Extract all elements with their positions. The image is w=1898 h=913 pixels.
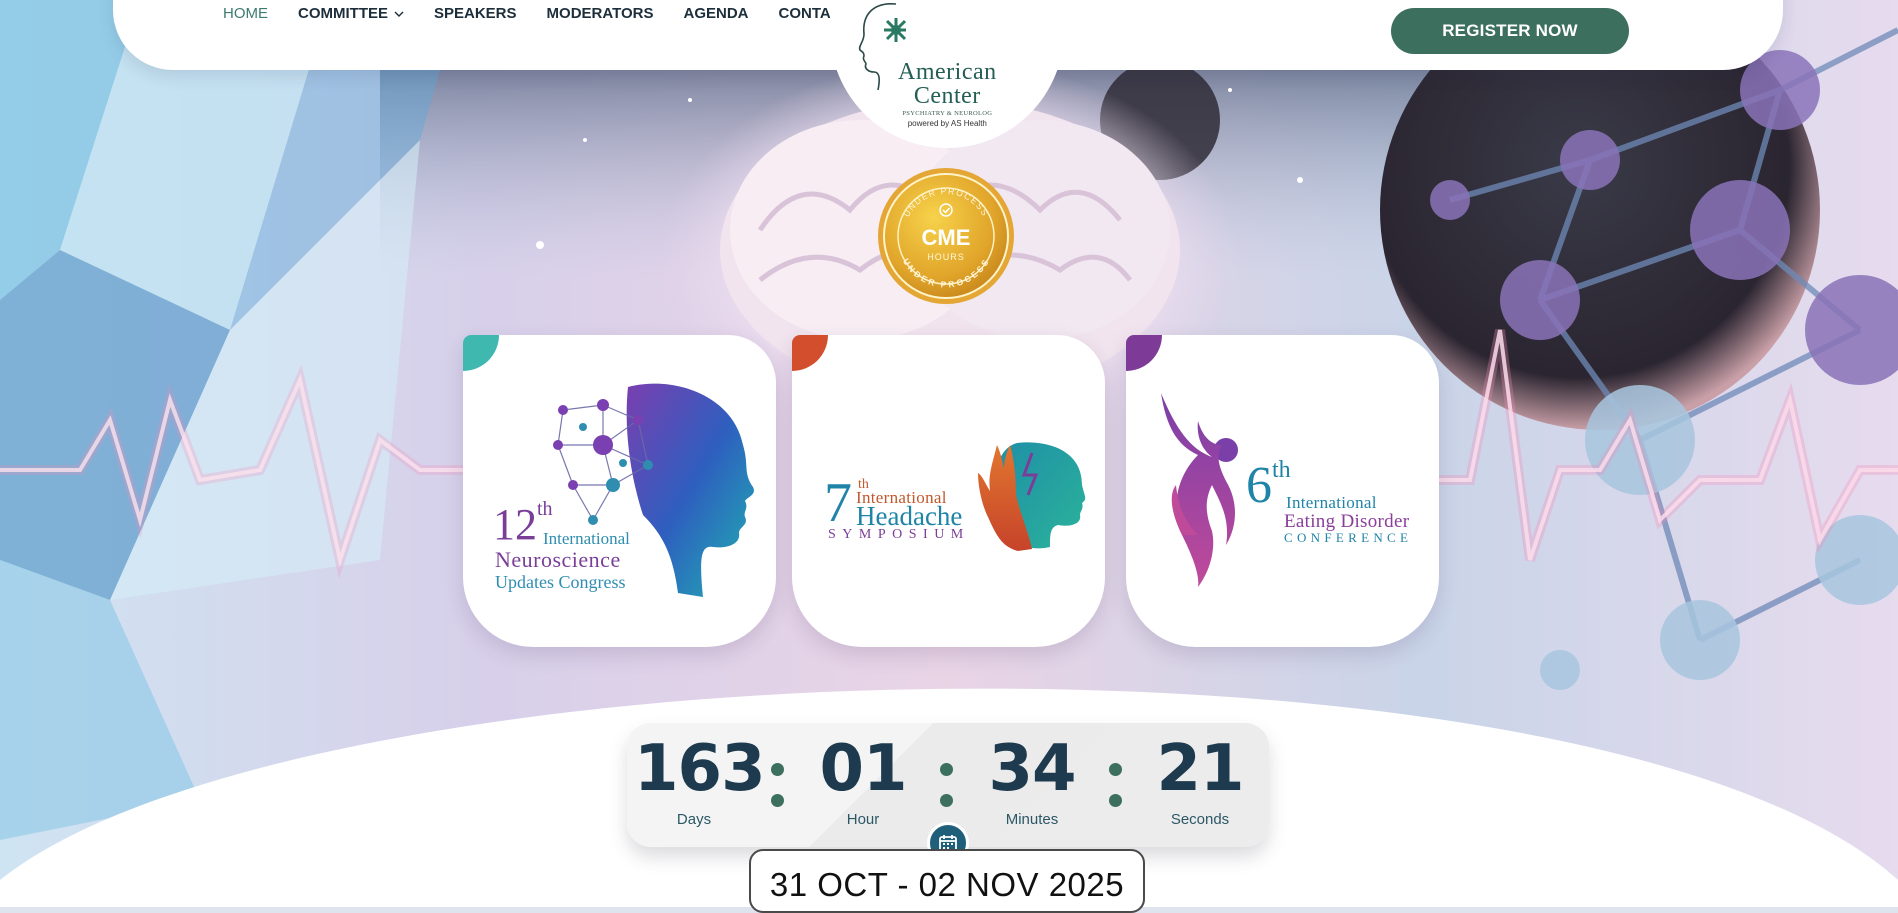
countdown-seconds: 21 Seconds [1140,737,1260,828]
card-title-line-3: SYMPOSIUM [828,527,970,542]
event-card-neuroscience[interactable]: 12th International Neuroscience Updates … [463,335,776,647]
countdown-separator [771,763,785,825]
nav-moderators-label: MODERATORS [546,5,654,22]
countdown-minutes: 34 Minutes [972,737,1092,828]
card-number-suffix: th [1272,457,1291,483]
event-card-headache[interactable]: 7 th International Headache SYMPOSIUM [792,335,1105,647]
card-title-line-3: Updates Congress [495,572,626,592]
badge-main-text: CME [922,225,971,250]
countdown-hours-label: Hour [846,811,880,828]
countdown-separator [940,763,954,825]
countdown-seconds-label: Seconds [1170,811,1230,828]
nav-moderators[interactable]: MODERATORS [547,5,654,22]
logo-line-4: powered by AS Health [907,118,987,128]
chevron-down-icon [394,11,404,17]
nav-speakers-label: SPEAKERS [434,5,517,22]
logo-line-1: American [898,59,997,85]
nav-committee-label: COMMITTEE [298,5,388,22]
countdown-seconds-value: 21 [1156,732,1244,806]
countdown-hours: 01 Hour [803,737,923,828]
countdown-days: 163 Days [634,732,766,828]
card-number-value: 12 [493,500,537,549]
logo-line-2: Center [913,83,981,109]
countdown-separator [1109,763,1123,825]
card-number: 6th [1246,457,1291,514]
nav-committee[interactable]: COMMITTEE [298,5,404,22]
register-now-button[interactable]: REGISTER NOW [1391,8,1629,54]
nav-agenda[interactable]: AGENDA [683,5,748,22]
logo-wordmark: American Center PSYCHIATRY & NEUROLOG po… [898,60,997,128]
event-date: 31 OCT - 02 NOV 2025 [749,849,1145,913]
card-title-line-3: CONFERENCE [1284,530,1413,545]
card-title-line-2: Eating Disorder [1284,511,1410,532]
event-card-eating-disorder[interactable]: 6th International Eating Disorder CONFER… [1126,335,1439,647]
card-title-line-1: International [543,529,630,548]
card-title-line-2: Neuroscience [495,547,621,572]
card-number-suffix: th [537,498,553,520]
countdown-hours-value: 01 [819,732,907,806]
nav-links: HOME COMMITTEE SPEAKERS MODERATORS AGEND… [223,5,906,22]
cme-hours-badge: UNDER PROCESS UNDER PROCESS CME HOURS [878,168,1014,304]
countdown-minutes-value: 34 [988,732,1076,806]
countdown-minutes-label: Minutes [1005,811,1059,828]
card-number-value: 7 [824,472,852,534]
card-title-line-2: Headache [856,501,963,531]
nav-agenda-label: AGENDA [683,5,749,22]
brain-network-head-icon [553,383,754,597]
card-number-value: 6 [1246,457,1272,514]
countdown-days-label: Days [676,811,712,828]
nav-speakers[interactable]: SPEAKERS [434,5,517,22]
nav-home[interactable]: HOME [223,5,268,22]
badge-sub-text: HOURS [927,252,965,262]
nav-home-label: HOME [223,5,268,22]
card-title-line-1: International [1286,493,1377,512]
logo-line-3: PSYCHIATRY & NEUROLOG [902,110,993,117]
countdown-days-value: 163 [634,732,766,806]
